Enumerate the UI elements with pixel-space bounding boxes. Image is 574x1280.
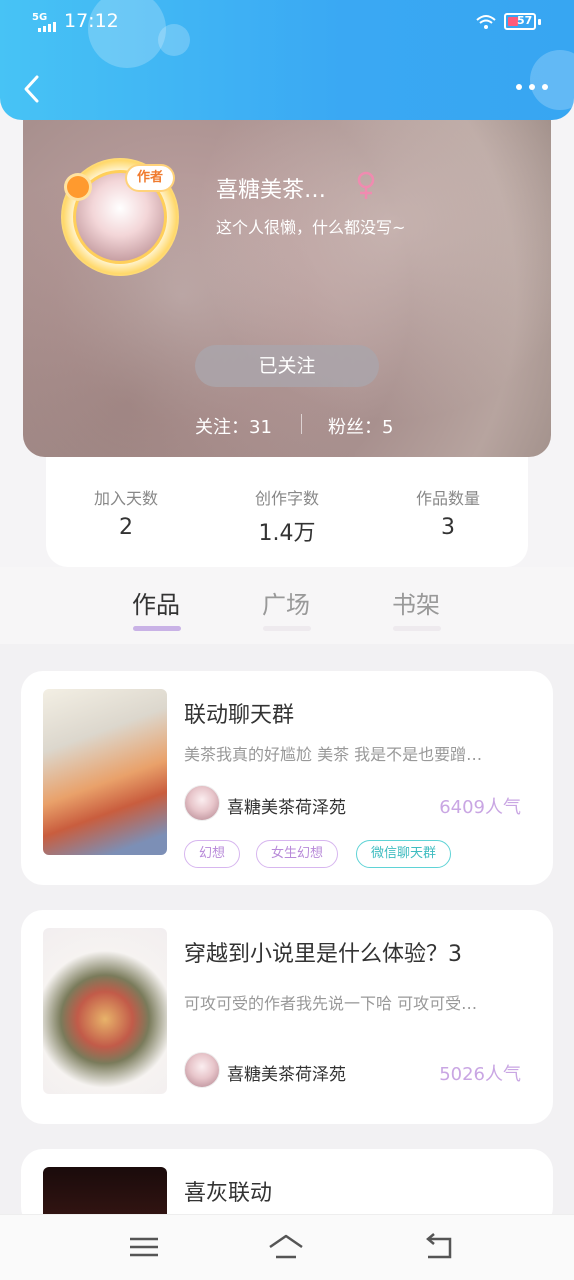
tab-square[interactable]: 广场 [251, 585, 321, 620]
stat-value: 2 [119, 515, 133, 540]
follow-button[interactable]: 已关注 [195, 345, 379, 387]
divider [301, 414, 302, 434]
stat-label: 作品数量 [415, 489, 480, 508]
author-avatar [184, 1052, 220, 1088]
badge-ornament [67, 176, 89, 198]
tab-indicator [393, 626, 441, 631]
home-icon[interactable] [268, 1231, 304, 1263]
follow-counts: 关注：31 粉丝：5 [23, 410, 551, 438]
battery-icon: 57 [504, 13, 536, 30]
work-title[interactable]: 喜灰联动 [184, 1175, 272, 1207]
username: 喜糖美茶… [216, 178, 327, 203]
author-name: 喜糖美茶荷泽苑 [227, 1065, 346, 1085]
wifi-icon [476, 15, 496, 29]
work-card[interactable]: 联动聊天群 美茶我真的好尴尬 美茶 我是不是也要蹭… 喜糖美茶荷泽苑 6409人… [21, 671, 553, 885]
stats-panel: 加入天数 2 创作字数 1.4万 作品数量 3 [46, 457, 528, 567]
bio-text: 这个人很懒，什么都没写~ [216, 218, 406, 237]
stat-word-count: 创作字数 1.4万 [207, 485, 367, 547]
author-badge: 作者 [127, 166, 174, 190]
tab-bookshelf[interactable]: 书架 [381, 585, 451, 620]
stat-label: 创作字数 [254, 489, 319, 508]
menu-icon[interactable] [126, 1231, 162, 1263]
tab-indicator [133, 626, 181, 631]
work-description: 可攻可受的作者我先说一下哈 可攻可受… [184, 994, 478, 1013]
popularity-count: 5026人气 [439, 1064, 521, 1085]
return-icon[interactable] [420, 1231, 456, 1263]
battery-tip [538, 19, 541, 25]
status-bar: 5G 17:12 57 [0, 8, 574, 36]
stat-label: 加入天数 [93, 489, 158, 508]
works-list: 联动聊天群 美茶我真的好尴尬 美茶 我是不是也要蹭… 喜糖美茶荷泽苑 6409人… [0, 644, 574, 1229]
tag-chip[interactable]: 微信聊天群 [356, 840, 452, 868]
more-dots-icon[interactable] [516, 82, 550, 92]
status-time: 17:12 [64, 10, 119, 32]
header-bar: 5G 17:12 57 [0, 0, 574, 120]
tab-works[interactable]: 作品 [121, 585, 191, 620]
signal-icon [38, 22, 56, 32]
system-nav-bar [0, 1214, 574, 1280]
work-cover-image[interactable] [43, 928, 167, 1094]
profile-card: 作者 喜糖美茶… 这个人很懒，什么都没写~ 已关注 关注：31 粉丝：5 [23, 100, 551, 457]
popularity-count: 6409人气 [439, 797, 521, 818]
tab-bar: 作品 广场 书架 [0, 567, 574, 644]
stat-value: 3 [441, 515, 455, 540]
avatar-frame: 作者 [61, 158, 179, 276]
work-description: 美茶我真的好尴尬 美茶 我是不是也要蹭… [184, 745, 483, 764]
work-card[interactable]: 穿越到小说里是什么体验？3 可攻可受的作者我先说一下哈 可攻可受… 喜糖美茶荷泽… [21, 910, 553, 1124]
back-arrow-icon[interactable] [22, 74, 42, 104]
battery-level: 57 [517, 14, 533, 27]
work-title[interactable]: 联动聊天群 [184, 697, 294, 729]
tag-chip[interactable]: 幻想 [184, 840, 241, 868]
author-name: 喜糖美茶荷泽苑 [227, 798, 346, 818]
female-icon [357, 171, 375, 199]
decor-bubble [530, 50, 574, 110]
author-avatar [184, 785, 220, 821]
work-title[interactable]: 穿越到小说里是什么体验？3 [184, 936, 462, 968]
stat-join-days: 加入天数 2 [46, 485, 206, 540]
stat-value: 1.4万 [258, 521, 316, 546]
tag-chip[interactable]: 女生幻想 [256, 840, 339, 868]
work-cover-image[interactable] [43, 689, 167, 855]
tab-indicator [263, 626, 311, 631]
fans-count[interactable]: 粉丝：5 [328, 413, 393, 439]
stat-works-count: 作品数量 3 [368, 485, 528, 540]
following-count[interactable]: 关注：31 [195, 413, 272, 439]
